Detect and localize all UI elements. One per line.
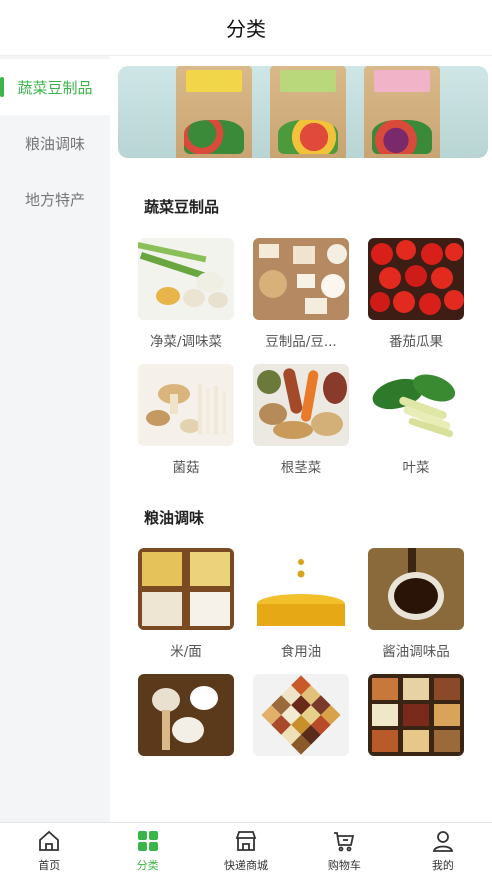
category-item[interactable]: 净菜/调味菜 <box>138 238 234 350</box>
product-bag-image <box>270 66 346 158</box>
category-item[interactable] <box>253 674 349 766</box>
category-item-label: 叶菜 <box>402 460 430 476</box>
category-item[interactable]: 根茎菜 <box>253 364 349 476</box>
category-item-label: 米/面 <box>170 644 202 660</box>
sidebar-item-label: 蔬菜豆制品 <box>17 78 93 97</box>
category-item[interactable]: 豆制品/豆... <box>253 238 349 350</box>
category-item-label: 番茄瓜果 <box>389 334 443 350</box>
category-item-label: 菌菇 <box>172 460 200 476</box>
category-item-label: 豆制品/豆... <box>265 334 337 350</box>
flour-spoons-image <box>138 674 234 756</box>
cooking-oil-image <box>253 548 349 630</box>
tofu-image <box>253 238 349 320</box>
leafy-greens-image <box>368 364 464 446</box>
green-onion-image <box>138 238 234 320</box>
tab-label: 分类 <box>136 858 159 872</box>
section-title: 粮油调味 <box>144 509 205 527</box>
product-bag-image <box>176 66 252 158</box>
rice-grains-image <box>138 548 234 630</box>
sidebar-item-label: 粮油调味 <box>24 134 85 153</box>
tab-label: 购物车 <box>327 858 361 872</box>
mushroom-image <box>138 364 234 446</box>
sidebar-item-grain-oil[interactable]: 粮油调味 <box>0 115 110 171</box>
category-item[interactable]: 酱油调味品 <box>368 548 464 660</box>
category-item-label: 根茎菜 <box>280 460 322 476</box>
category-item[interactable]: 番茄瓜果 <box>368 238 464 350</box>
product-bag-image <box>364 66 440 158</box>
category-item-label: 酱油调味品 <box>382 644 450 660</box>
tab-profile[interactable]: 我的 <box>394 823 492 878</box>
home-icon <box>39 830 60 851</box>
section-title: 蔬菜豆制品 <box>144 198 220 216</box>
page-title: 分类 <box>226 17 266 41</box>
tomato-image <box>368 238 464 320</box>
category-item-label: 食用油 <box>280 644 322 660</box>
tab-category[interactable]: 分类 <box>98 823 196 878</box>
cart-icon <box>334 831 355 851</box>
bottom-tab-bar: 首页 分类 快递商城 购物车 我的 <box>0 822 492 878</box>
category-item[interactable]: 菌菇 <box>138 364 234 476</box>
category-icon <box>137 830 158 851</box>
sidebar-item-label: 地方特产 <box>24 190 85 209</box>
category-item-label: 净菜/调味菜 <box>149 334 223 350</box>
store-icon <box>235 830 257 851</box>
tab-home[interactable]: 首页 <box>0 823 98 878</box>
sidebar-item-local-specialty[interactable]: 地方特产 <box>0 171 110 227</box>
category-item[interactable] <box>368 674 464 766</box>
category-content: 蔬菜豆制品 净菜/调味菜 豆制品/豆... 番茄瓜果 菌菇 根茎菜 叶菜 粮油调… <box>110 56 492 822</box>
category-item[interactable]: 食用油 <box>253 548 349 660</box>
category-item[interactable] <box>138 674 234 766</box>
soy-sauce-image <box>368 548 464 630</box>
tab-label: 我的 <box>431 858 454 872</box>
top-bar: 分类 <box>0 0 492 56</box>
root-vegetable-image <box>253 364 349 446</box>
category-item[interactable]: 米/面 <box>138 548 234 660</box>
category-item[interactable]: 叶菜 <box>368 364 464 476</box>
profile-icon <box>432 830 453 852</box>
spice-boxes-image <box>368 674 464 756</box>
tab-store[interactable]: 快递商城 <box>197 823 295 878</box>
promo-banner[interactable] <box>118 66 488 158</box>
grain-mosaic-image <box>253 674 349 756</box>
category-sidebar: 蔬菜豆制品 粮油调味 地方特产 <box>0 56 110 822</box>
tab-label: 快递商城 <box>224 858 269 872</box>
tab-cart[interactable]: 购物车 <box>295 823 393 878</box>
sidebar-item-vegetables[interactable]: 蔬菜豆制品 <box>0 59 110 115</box>
tab-label: 首页 <box>38 858 61 872</box>
